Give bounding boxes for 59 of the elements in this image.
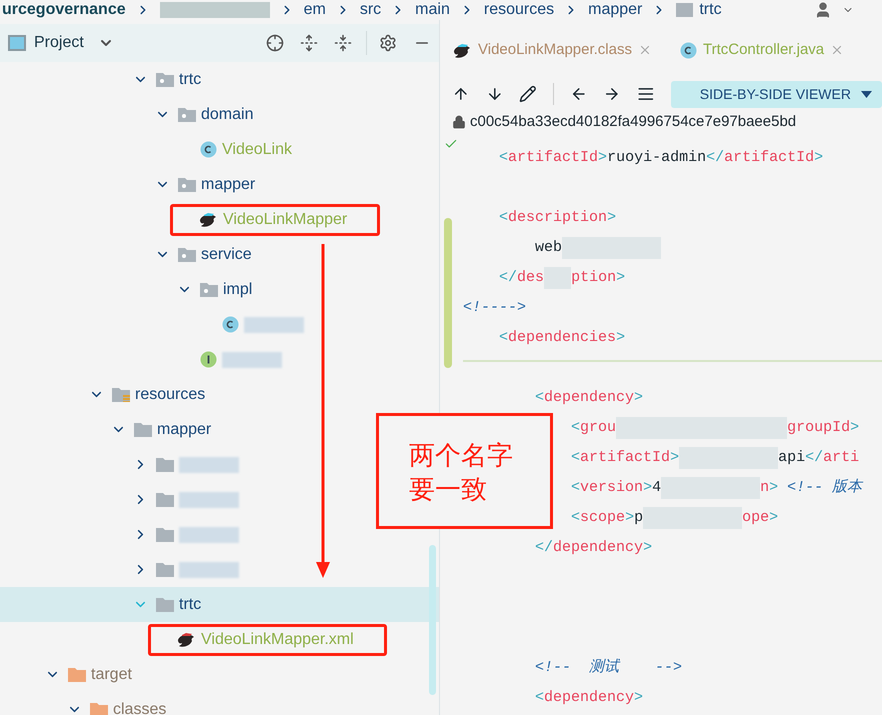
xml-comment: <!-- 版本 [787, 478, 862, 498]
tree-row[interactable]: impl [0, 272, 252, 307]
xml-text: api [778, 448, 806, 468]
tree-label: VideoLink [222, 140, 292, 160]
tree-row[interactable]: service [0, 237, 252, 272]
xml-tag: <dependency> [535, 386, 644, 410]
tree-row[interactable]: trtc [0, 62, 202, 97]
xml-tag: groupId> [787, 416, 860, 440]
tree-label: VideoLinkMapper.xml [201, 630, 354, 650]
xml-comment: <!-- 测试 --> [535, 658, 682, 678]
tree-label: trtc [179, 594, 202, 614]
xml-tag: <artifactId> [571, 446, 680, 470]
xml-tag: </arti [805, 446, 860, 470]
tree-row[interactable]: mapper [0, 412, 212, 447]
tree-row[interactable]: target [0, 657, 132, 692]
tree-row[interactable]: classes [0, 692, 166, 715]
breadcrumb-item[interactable]: em [304, 0, 326, 22]
tree-label: service [201, 244, 252, 264]
xml-tag: </dependency> [535, 536, 652, 560]
tree-label: impl [223, 280, 252, 300]
breadcrumb-item[interactable]: src [360, 0, 382, 22]
tree-row[interactable]: domain [0, 97, 254, 132]
xml-tag: <grou [571, 416, 616, 440]
revision-hash: c00c54ba33ecd40182fa4996754ce7e97baee5bd [470, 112, 796, 132]
tree-label: target [91, 664, 132, 684]
tree-row[interactable]: mapper [0, 167, 256, 202]
xml-tag: <version> [571, 476, 652, 500]
annotation-note: 两个名字要一致 [409, 439, 514, 506]
tree-label: classes [113, 700, 166, 715]
xml-tag: <artifactId> [499, 146, 608, 170]
xml-tag: n> [760, 476, 778, 500]
breadcrumb-item[interactable]: mapper [588, 0, 642, 22]
breadcrumb-item[interactable]: trtc [676, 0, 722, 22]
xml-comment: <!----> [463, 298, 526, 318]
xml-tag: <description> [499, 206, 616, 230]
tree-row[interactable]: resources [0, 377, 206, 412]
tree-label: mapper [157, 420, 212, 440]
tree-label: trtc [179, 70, 202, 90]
tree-row[interactable]: trtc [0, 587, 439, 622]
xml-tag: <scope> [571, 506, 634, 530]
xml-tag: </artifactId> [706, 146, 824, 170]
xml-text: ruoyi-admin [607, 148, 706, 168]
xml-text: 4 [652, 478, 662, 498]
tree-label: mapper [201, 174, 256, 194]
xml-tag: ope> [742, 506, 778, 530]
tree-label: domain [201, 104, 254, 124]
xml-tag: <dependency> [535, 686, 644, 710]
xml-text: p [634, 508, 644, 528]
xml-text: web [535, 238, 562, 258]
breadcrumb-item[interactable]: main [415, 0, 450, 22]
viewer-dropdown[interactable]: SIDE-BY-SIDE VIEWER [670, 80, 882, 108]
xml-tag: <dependencies> [499, 326, 626, 350]
tree-label: resources [135, 384, 206, 404]
xml-tag: </des [499, 266, 544, 290]
tree-label: VideoLinkMapper [223, 210, 348, 230]
breadcrumb-item[interactable]: resources [484, 0, 554, 22]
breadcrumb-item[interactable]: urcegovernance [2, 0, 126, 22]
panel-title[interactable]: Project [34, 31, 84, 55]
xml-tag: ption> [571, 266, 626, 290]
